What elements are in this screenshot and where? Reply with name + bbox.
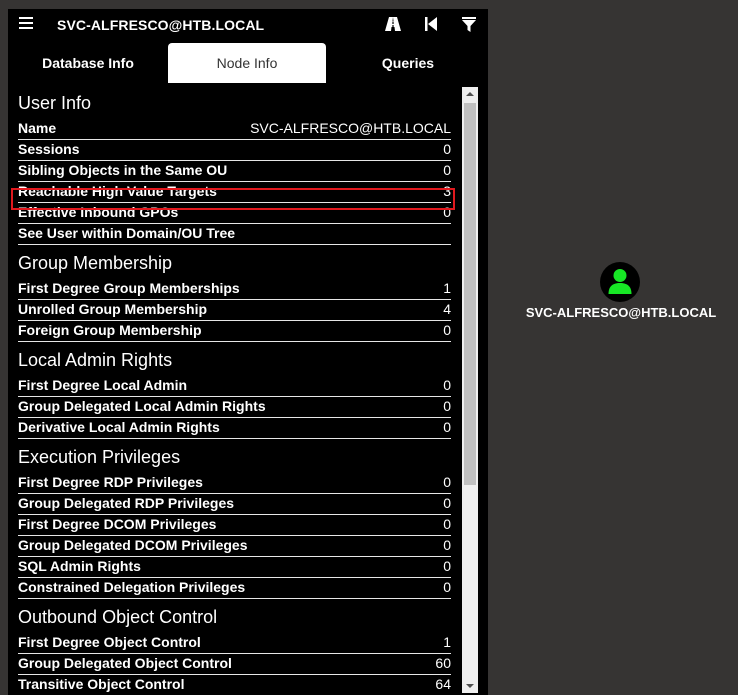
pathfinding-icon[interactable]	[384, 15, 402, 33]
filter-icon[interactable]	[460, 15, 478, 33]
row-label: First Degree Local Admin	[18, 377, 188, 393]
tab-bar: Database Info Node Info Queries	[8, 43, 488, 85]
back-icon[interactable]	[422, 15, 440, 33]
table-row[interactable]: First Degree Group Memberships 1	[18, 279, 451, 300]
row-label: SQL Admin Rights	[18, 558, 141, 574]
row-label: Name	[18, 120, 57, 136]
table-row[interactable]: Group Delegated Object Control 60	[18, 654, 451, 675]
section-title-local-admin-rights: Local Admin Rights	[18, 350, 173, 370]
panel-title: SVC-ALFRESCO@HTB.LOCAL	[57, 17, 265, 33]
row-label: Group Delegated Object Control	[18, 655, 232, 671]
row-label: Sibling Objects in the Same OU	[18, 162, 228, 178]
table-row: Name SVC-ALFRESCO@HTB.LOCAL	[18, 119, 451, 140]
row-value: 0	[443, 537, 451, 553]
menu-icon[interactable]	[19, 17, 33, 31]
row-value: 0	[443, 141, 451, 157]
table-row[interactable]: SQL Admin Rights 0	[18, 557, 451, 578]
table-row[interactable]: First Degree RDP Privileges 0	[18, 473, 451, 494]
table-row[interactable]: See User within Domain/OU Tree	[18, 224, 451, 245]
tab-database-info[interactable]: Database Info	[8, 43, 168, 83]
table-row[interactable]: First Degree DCOM Privileges 0	[18, 515, 451, 536]
row-label: Transitive Object Control	[18, 676, 185, 692]
row-label: First Degree DCOM Privileges	[18, 516, 217, 532]
table-row[interactable]: Unrolled Group Membership 4	[18, 300, 451, 321]
row-label: Group Delegated DCOM Privileges	[18, 537, 248, 553]
highlight-box	[11, 188, 455, 210]
row-value: 1	[443, 280, 451, 296]
row-label: Foreign Group Membership	[18, 322, 202, 338]
row-value: 0	[443, 398, 451, 414]
table-row[interactable]: Group Delegated DCOM Privileges 0	[18, 536, 451, 557]
row-value: 0	[443, 516, 451, 532]
table-row[interactable]: Sessions 0	[18, 140, 451, 161]
table-row[interactable]: Constrained Delegation Privileges 0	[18, 578, 451, 599]
row-value: 0	[443, 474, 451, 490]
panel-header: SVC-ALFRESCO@HTB.LOCAL	[8, 9, 488, 43]
section-title-group-membership: Group Membership	[18, 253, 173, 273]
user-node-icon[interactable]	[600, 262, 640, 302]
row-value: 0	[443, 377, 451, 393]
table-row[interactable]: Group Delegated Local Admin Rights 0	[18, 397, 451, 418]
row-label: Group Delegated Local Admin Rights	[18, 398, 266, 414]
table-row[interactable]: Foreign Group Membership 0	[18, 321, 451, 342]
table-row[interactable]: Sibling Objects in the Same OU 0	[18, 161, 451, 182]
tab-node-info[interactable]: Node Info	[168, 43, 326, 83]
scrollbar[interactable]	[462, 87, 478, 693]
row-value: 0	[443, 322, 451, 338]
row-label: Group Delegated RDP Privileges	[18, 495, 235, 511]
section-title-outbound-object-control: Outbound Object Control	[18, 607, 218, 627]
scroll-up-arrow-icon[interactable]	[462, 87, 478, 101]
row-value: 64	[435, 676, 451, 692]
section-title-user-info: User Info	[18, 93, 92, 113]
node-info-panel: SVC-ALFRESCO@HTB.LOCAL Database Info Nod…	[8, 9, 488, 695]
row-value: 0	[443, 579, 451, 595]
row-label: First Degree Group Memberships	[18, 280, 240, 296]
section-title-execution-privileges: Execution Privileges	[18, 447, 181, 467]
row-value: 0	[443, 419, 451, 435]
table-row[interactable]: First Degree Local Admin 0	[18, 376, 451, 397]
row-label: Sessions	[18, 141, 80, 157]
scroll-down-arrow-icon[interactable]	[462, 679, 478, 693]
row-label: Unrolled Group Membership	[18, 301, 208, 317]
row-value: SVC-ALFRESCO@HTB.LOCAL	[250, 120, 451, 136]
row-label: Constrained Delegation Privileges	[18, 579, 246, 595]
tab-queries[interactable]: Queries	[328, 43, 488, 83]
scrollbar-thumb[interactable]	[464, 103, 476, 485]
row-value: 0	[443, 162, 451, 178]
row-label: First Degree Object Control	[18, 634, 201, 650]
row-label: First Degree RDP Privileges	[18, 474, 203, 490]
node-label: SVC-ALFRESCO@HTB.LOCAL	[525, 305, 717, 320]
table-row[interactable]: Transitive Object Control 64	[18, 675, 451, 695]
row-label: Derivative Local Admin Rights	[18, 419, 220, 435]
row-label: See User within Domain/OU Tree	[18, 225, 236, 241]
table-row[interactable]: Derivative Local Admin Rights 0	[18, 418, 451, 439]
node-info-content: User Info Name SVC-ALFRESCO@HTB.LOCAL Se…	[18, 85, 452, 695]
row-value: 1	[443, 634, 451, 650]
row-value: 4	[443, 301, 451, 317]
row-value: 60	[435, 655, 451, 671]
row-value: 0	[443, 495, 451, 511]
row-value: 0	[443, 558, 451, 574]
table-row[interactable]: First Degree Object Control 1	[18, 633, 451, 654]
table-row[interactable]: Group Delegated RDP Privileges 0	[18, 494, 451, 515]
